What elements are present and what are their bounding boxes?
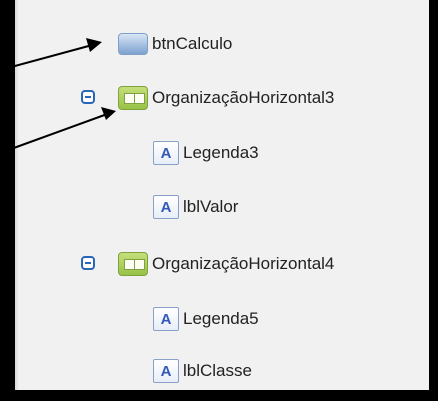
annotation-arrows (0, 38, 116, 154)
arrowhead-1-icon (86, 38, 102, 52)
annotation-arrow-1 (0, 43, 97, 71)
annotation-arrow-2 (0, 112, 111, 154)
arrowhead-2-icon (101, 107, 116, 120)
